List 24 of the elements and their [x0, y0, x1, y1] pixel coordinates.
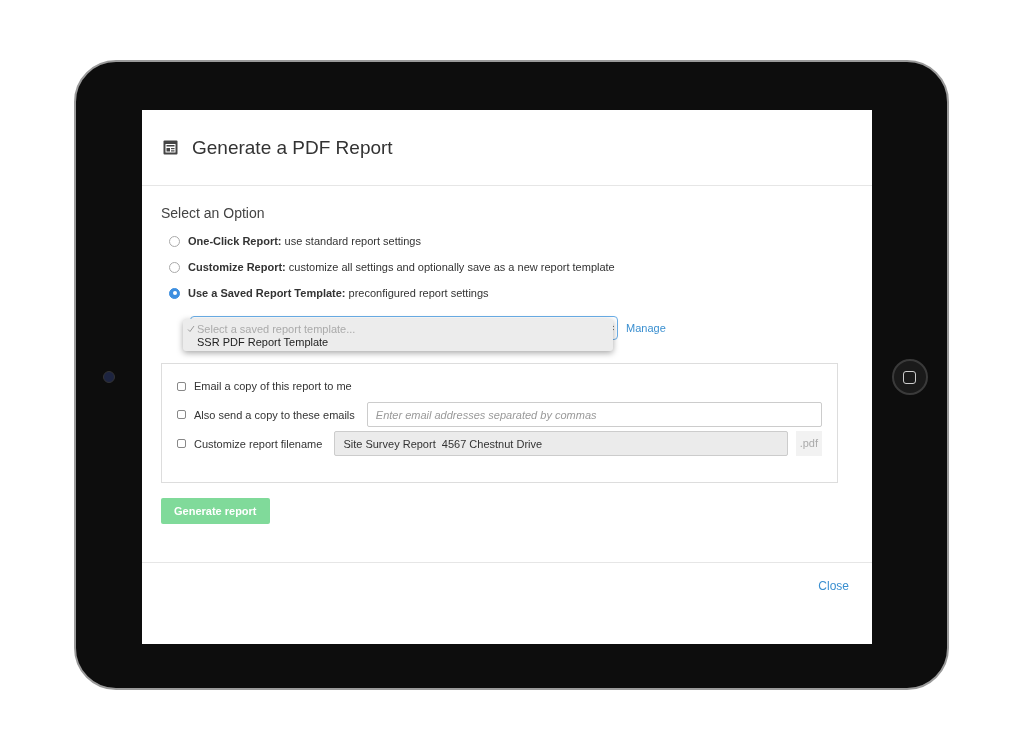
option-label: One-Click Report: use standard report settings: [188, 235, 421, 247]
checkbox-label: Also send a copy to these emails: [194, 408, 355, 421]
check-icon: [187, 324, 195, 333]
checkbox-label: Customize report filename: [194, 437, 323, 450]
checkbox-label: Email a copy of this report to me: [194, 380, 352, 392]
camera-icon: [103, 371, 115, 383]
option-label: Customize Report: customize all settings and optionally save as a new report template: [188, 261, 615, 273]
radio-button[interactable]: [169, 287, 180, 299]
report-icon: [163, 140, 178, 155]
close-link[interactable]: Close: [818, 579, 849, 593]
email-field[interactable]: Enter email addresses separated by commas: [366, 402, 822, 427]
checkbox[interactable]: [177, 439, 186, 448]
option-label: Use a Saved Report Template: preconfigured report settings: [188, 287, 489, 299]
home-button[interactable]: [891, 359, 928, 395]
checkbox[interactable]: [177, 410, 186, 419]
manage-link[interactable]: Manage: [626, 322, 666, 334]
checkbox[interactable]: [177, 381, 186, 391]
section-title: Select an Option: [161, 204, 266, 222]
file-extension: .pdf: [795, 431, 822, 456]
dropdown-option[interactable]: SSR PDF Report Template: [183, 335, 613, 348]
dropdown-option[interactable]: Select a saved report template...: [183, 322, 613, 335]
dialog-title: Generate a PDF Report: [192, 136, 393, 159]
radio-button[interactable]: [169, 261, 180, 273]
radio-button[interactable]: [169, 235, 180, 247]
